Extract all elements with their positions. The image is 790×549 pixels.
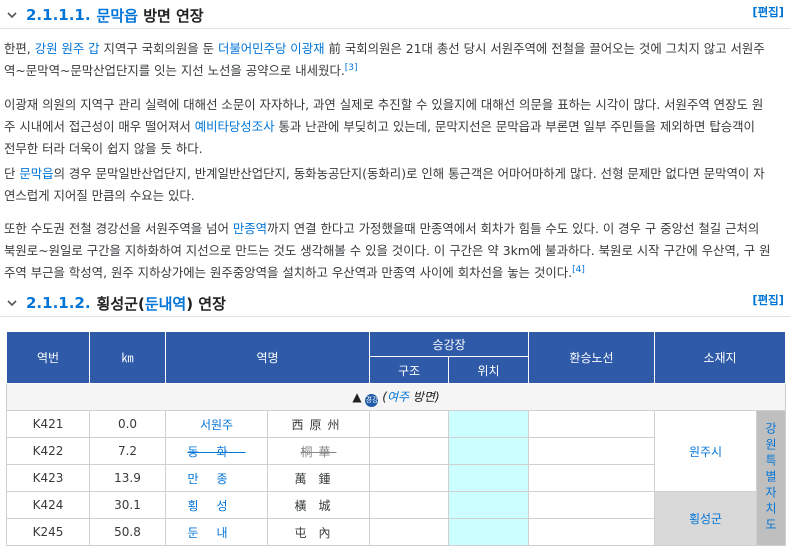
edit-link[interactable]: [편집] <box>752 292 784 308</box>
station-link[interactable]: 서원주 <box>200 418 233 432</box>
col-transfer: 환승노선 <box>528 331 655 384</box>
station-link[interactable]: 만종 <box>187 472 245 486</box>
station-table: 역번 ㎞ 역명 승강장 환승노선 소재지 구조 위치 ▲ 경강 (여주 방면) <box>6 331 786 546</box>
paragraph-2: 이광재 의원의 지역구 관리 실력에 대해선 소문이 자자하나, 과연 실제로 … <box>4 97 764 156</box>
col-position: 위치 <box>448 356 529 384</box>
section-heading-hoengseong: 2.1.1.2. 횡성군(둔내역) 연장 [편집] <box>0 290 790 317</box>
section-title: 문막읍 방면 연장 <box>96 6 204 25</box>
chevron-down-icon[interactable] <box>6 297 18 309</box>
footnote-4[interactable]: [4] <box>572 265 585 275</box>
edit-link[interactable]: [편집] <box>752 4 784 20</box>
col-platform: 승강장 <box>369 331 529 357</box>
section-number[interactable]: 2.1.1.2. <box>26 294 91 312</box>
wonju-gap-link[interactable]: 강원 원주 갑 <box>35 41 100 56</box>
democratic-party-link[interactable]: 더불어민주당 이광재 <box>218 41 325 56</box>
station-link[interactable]: 동화 <box>187 445 245 459</box>
feasibility-study-link[interactable]: 예비타당성조사 <box>195 119 275 134</box>
col-km: ㎞ <box>89 331 166 384</box>
col-location: 소재지 <box>654 331 786 384</box>
gyeonggang-line-icon: 경강 <box>365 393 379 407</box>
station-link[interactable]: 횡성 <box>187 499 245 513</box>
page: 2.1.1.1. 문막읍 방면 연장 [편집] 한편, 강원 원주 갑 지역구 … <box>0 0 790 549</box>
section-number[interactable]: 2.1.1.1. <box>26 6 91 24</box>
chevron-down-icon[interactable] <box>6 9 18 21</box>
location-wonju: 원주시 <box>654 410 757 492</box>
location-province: 강원특별자치도 <box>756 410 786 546</box>
section-heading-munmak: 2.1.1.1. 문막읍 방면 연장 [편집] <box>0 2 790 29</box>
munmak-eup-link[interactable]: 문막읍 <box>19 166 53 181</box>
col-station-name: 역명 <box>165 331 370 384</box>
footnote-3[interactable]: [3] <box>345 63 358 73</box>
table-row: K424 30.1 횡성 橫城 횡성군 <box>6 491 786 546</box>
section-title: 횡성군(둔내역) 연장 <box>96 294 226 313</box>
col-station-no: 역번 <box>6 331 90 384</box>
manjong-link[interactable]: 만종역 <box>233 221 267 236</box>
direction-row: ▲ 경강 (여주 방면) <box>6 383 786 411</box>
up-arrow-icon: ▲ <box>352 389 362 404</box>
yeoju-link[interactable]: 여주 <box>387 390 409 404</box>
location-hoengseong: 횡성군 <box>654 491 757 546</box>
paragraph-1: 한편, 강원 원주 갑 지역구 국회의원을 둔 더불어민주당 이광재 前 국회의… <box>4 41 765 78</box>
dunnae-link[interactable]: 둔내역 <box>145 295 186 313</box>
paragraph-4: 또한 수도권 전철 경강선을 서원주역을 넘어 만종역까지 연결 한다고 가정했… <box>4 221 771 280</box>
station-link[interactable]: 둔내 <box>187 526 245 540</box>
col-structure: 구조 <box>369 356 449 384</box>
munmak-link[interactable]: 문막읍 <box>97 7 138 25</box>
table-row: K421 0.0 서원주 西原州 원주시 강원특별자치도 <box>6 410 786 546</box>
paragraph-3: 단 문막읍의 경우 문막일반산업단지, 반계일반산업단지, 동화농공단지(동화리… <box>4 166 765 203</box>
